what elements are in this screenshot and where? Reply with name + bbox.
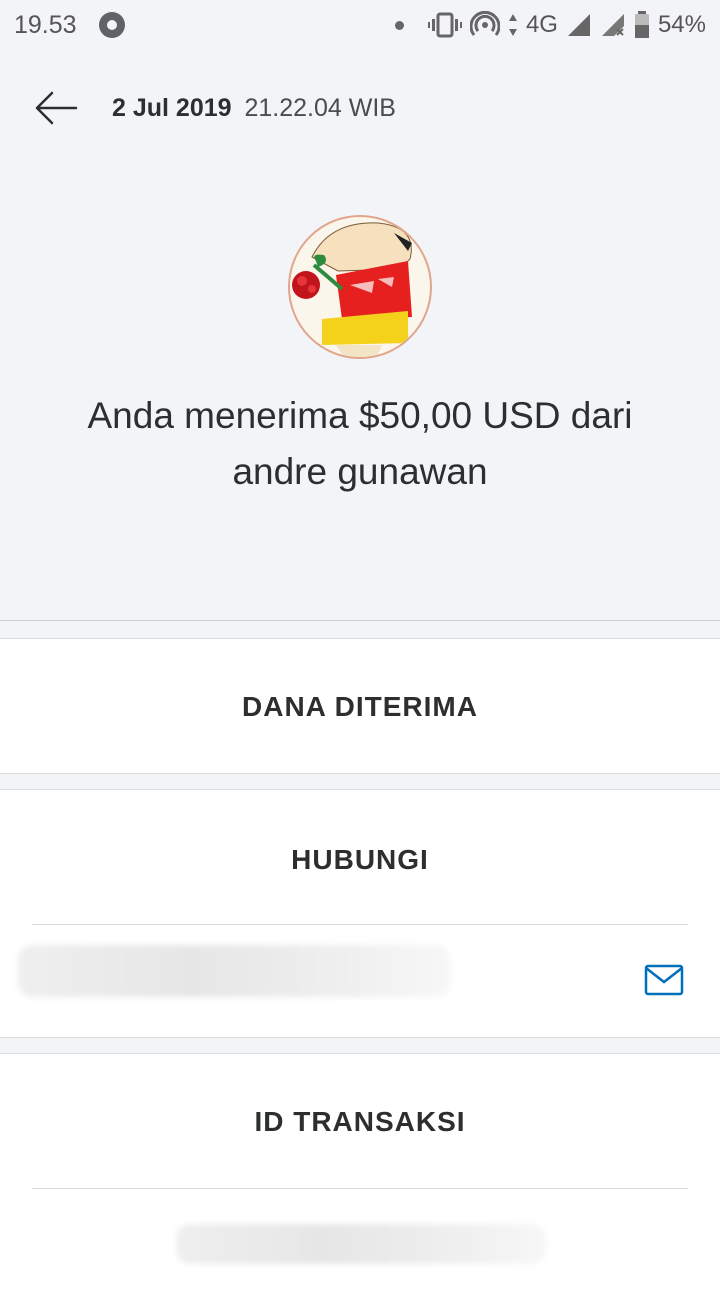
status-bar: 19.53 4G 54% [0,0,720,50]
transaction-datetime: 2 Jul 2019 21.22.04 WIB [112,94,396,123]
battery-icon [634,11,650,39]
sender-avatar [288,215,432,359]
status-time: 19.53 [14,10,77,39]
transaction-id-section: ID TRANSAKSI [0,1053,720,1293]
transaction-date: 2 Jul 2019 [112,93,232,122]
arrow-left-icon [35,91,78,125]
funds-received-title: DANA DITERIMA [242,691,478,722]
transaction-id-title: ID TRANSAKSI [254,1106,466,1137]
network-type: 4G [525,11,558,38]
transaction-time: 21.22.04 WIB [244,93,396,122]
chrome-icon [98,12,125,38]
transaction-id-divider [32,1188,688,1189]
signal-icon [566,12,592,38]
transaction-id-redacted [176,1224,546,1264]
contact-divider [32,924,688,925]
hero-divider [0,620,720,621]
notification-dot-icon [394,20,404,30]
contact-section: HUBUNGI [0,789,720,1038]
data-arrows-icon [508,12,518,38]
vibrate-icon [427,12,462,38]
transaction-headline: Anda menerima $50,00 USD dari andre guna… [87,395,633,492]
contact-email-redacted [18,945,450,997]
hotspot-icon [469,11,500,39]
mail-icon [644,964,684,996]
battery-level: 54% [657,11,706,38]
funds-received-section: DANA DITERIMA [0,638,720,774]
signal-no-service-icon [600,12,626,38]
back-button[interactable] [16,60,96,156]
contact-title: HUBUNGI [291,844,429,875]
send-email-button[interactable] [644,964,692,1004]
header: 2 Jul 2019 21.22.04 WIB [0,60,720,156]
